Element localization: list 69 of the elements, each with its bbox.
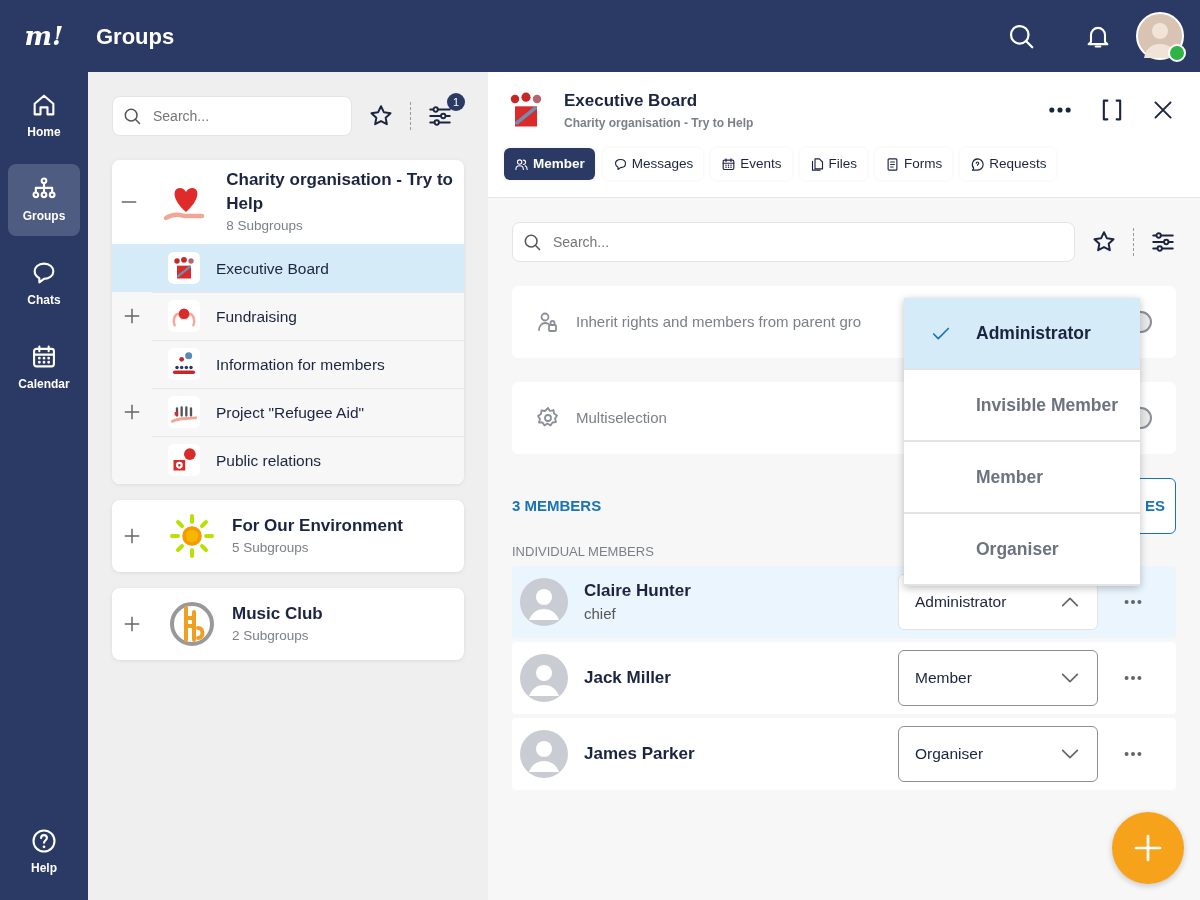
member-search-field[interactable]: Search... bbox=[512, 222, 1075, 262]
role-option[interactable]: Invisible Member bbox=[904, 370, 1140, 442]
search-icon bbox=[522, 232, 542, 252]
subgroup-item[interactable]: Public relations bbox=[112, 436, 464, 485]
user-avatar[interactable] bbox=[1136, 12, 1184, 60]
filter-count: 1 bbox=[447, 93, 465, 111]
member-name: Jack Miller bbox=[584, 666, 672, 689]
subgroup-count: 8 Subgroups bbox=[226, 217, 304, 235]
subgroup-count: 5 Subgroups bbox=[232, 539, 310, 558]
role-select[interactable]: Member bbox=[898, 649, 1098, 706]
question-bubble-icon bbox=[970, 156, 986, 172]
search-field[interactable]: Search... bbox=[112, 96, 352, 136]
tab[interactable]: Events bbox=[711, 148, 792, 180]
subgroup-name: Public relations bbox=[216, 450, 322, 471]
member-note: chief bbox=[584, 604, 617, 624]
member-row[interactable]: James Parker Organiser bbox=[512, 717, 1176, 790]
group-logo-icon bbox=[168, 600, 216, 649]
page-title: Groups bbox=[96, 22, 175, 51]
section-label: INDIVIDUAL MEMBERS bbox=[512, 543, 654, 561]
subgroup-item[interactable]: Information for members bbox=[112, 340, 464, 389]
subgroup-item[interactable]: Executive Board bbox=[112, 244, 464, 293]
subgroup-name: Project "Refugee Aid" bbox=[216, 402, 364, 423]
calendar-icon bbox=[721, 156, 737, 172]
search-icon bbox=[122, 106, 142, 126]
member-count: 3 MEMBERS bbox=[512, 495, 602, 516]
tab[interactable]: Files bbox=[799, 148, 868, 180]
avatar-icon bbox=[520, 653, 568, 702]
subgroup-name: Information for members bbox=[216, 354, 385, 375]
help-item[interactable]: Help bbox=[8, 816, 80, 888]
group-name[interactable]: For Our Environment bbox=[232, 514, 456, 539]
nav-item[interactable]: Calendar bbox=[8, 332, 80, 404]
role-option[interactable]: Organiser bbox=[904, 514, 1140, 586]
subgroup-item[interactable]: Project "Refugee Aid" bbox=[112, 388, 464, 437]
tab[interactable]: Messages bbox=[602, 148, 704, 180]
status-badge bbox=[1168, 44, 1186, 62]
form-icon bbox=[885, 156, 901, 172]
documents-icon bbox=[809, 156, 825, 172]
speech-bubble-icon bbox=[612, 156, 628, 172]
avatar-icon bbox=[520, 577, 568, 626]
role-select[interactable]: Organiser bbox=[898, 725, 1098, 782]
subgroup-name: Executive Board bbox=[216, 258, 329, 279]
sliders-icon[interactable] bbox=[1150, 229, 1176, 255]
tab[interactable]: Member bbox=[504, 148, 595, 180]
avatar-icon bbox=[520, 729, 568, 778]
subgroup-name: Fundraising bbox=[216, 306, 297, 327]
setting-label: Inherit rights and members from parent gro bbox=[576, 311, 862, 332]
people-icon bbox=[514, 156, 529, 172]
app-logo: m! bbox=[23, 19, 65, 53]
group-name[interactable]: Music Club bbox=[232, 602, 456, 627]
setting-label: Multiselection bbox=[576, 407, 667, 428]
group-logo-icon bbox=[168, 512, 216, 561]
member-name: Claire Hunter bbox=[584, 579, 692, 602]
nav-item[interactable]: Chats bbox=[8, 248, 80, 320]
question-icon bbox=[30, 827, 58, 855]
sliders-icon[interactable] bbox=[427, 103, 453, 129]
nav-item[interactable]: Groups bbox=[8, 164, 80, 236]
member-name: James Parker bbox=[584, 742, 696, 765]
group-name[interactable]: Charity organisation - Try to Help bbox=[226, 168, 456, 216]
role-option[interactable]: Member bbox=[904, 442, 1140, 514]
tab[interactable]: Requests bbox=[960, 148, 1057, 180]
member-row[interactable]: Jack Miller Member bbox=[512, 641, 1176, 714]
person-lock-icon bbox=[536, 310, 560, 334]
subgroup-count: 2 Subgroups bbox=[232, 627, 310, 646]
group-title: Executive Board bbox=[564, 90, 699, 113]
subgroup-item[interactable]: Fundraising bbox=[112, 292, 464, 341]
parent-group: Charity organisation - Try to Help bbox=[564, 113, 1046, 132]
role-option[interactable]: Administrator bbox=[904, 298, 1140, 370]
tab[interactable]: Forms bbox=[875, 148, 953, 180]
nav-item[interactable]: Home bbox=[8, 80, 80, 152]
